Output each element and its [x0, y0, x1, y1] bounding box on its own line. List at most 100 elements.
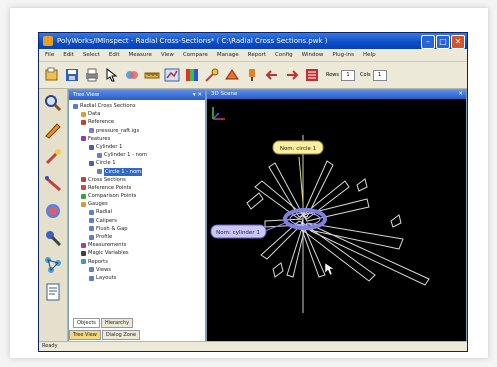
cols-spinner[interactable]: Cols 1 [360, 69, 387, 81]
tree-node-icon [97, 152, 102, 158]
tree-node[interactable]: Reference Points [73, 184, 205, 192]
menu-item-compare[interactable]: Compare [183, 49, 208, 61]
menu-item-config[interactable]: Config [275, 49, 293, 61]
edit-icon[interactable] [42, 119, 64, 141]
tree-node[interactable]: Data [73, 110, 205, 118]
magnifier-icon[interactable] [42, 92, 64, 114]
tree-node-icon [89, 218, 94, 224]
menu-item-edit[interactable]: Edit [63, 49, 74, 61]
tree-node[interactable]: Reports [73, 258, 205, 266]
tree-node[interactable]: Radial [73, 208, 205, 216]
print-icon[interactable] [83, 65, 101, 85]
menu-item-edit[interactable]: Edit [109, 49, 120, 61]
tree-node[interactable]: Circle 1 - nom [73, 167, 205, 176]
annotation-circle-label: Nom: circle 1 [280, 146, 316, 152]
leader-line-top [298, 156, 304, 204]
3d-canvas[interactable]: Nom: circle 1 Nom: cylinder 1 [207, 99, 466, 342]
menu-item-view[interactable]: View [161, 49, 174, 61]
tree-node-label: Data [88, 111, 101, 118]
tree-node-icon [81, 136, 86, 142]
tree-node-label: Magic Variables [88, 250, 129, 257]
tree-node[interactable]: Cylinder 1 [73, 143, 205, 151]
axis-triad [212, 107, 225, 120]
menu-item-manage[interactable]: Manage [217, 49, 239, 61]
tree-node[interactable]: Flush & Gap [73, 225, 205, 233]
close-view-icon[interactable]: ✕ [458, 90, 463, 99]
wand-icon[interactable] [42, 146, 64, 168]
tree-node[interactable]: Features [73, 135, 205, 143]
arrow-right-icon[interactable] [283, 65, 301, 85]
tree-node[interactable]: Views [73, 266, 205, 274]
save-icon[interactable] [63, 65, 81, 85]
menu-item-report[interactable]: Report [248, 49, 266, 61]
report-icon[interactable] [42, 281, 64, 303]
tree-node[interactable]: Radial Cross Sections [73, 102, 205, 110]
tree-node[interactable]: Circle 1 [73, 159, 205, 167]
cols-value[interactable]: 1 [372, 69, 387, 81]
probe-tool-icon[interactable] [42, 227, 64, 249]
probe-icon[interactable] [203, 65, 221, 85]
tree-node[interactable]: Comparison Points [73, 192, 205, 200]
tree-node-icon [81, 185, 86, 191]
tree-node-label: Profile [96, 234, 113, 240]
measure-tool-icon[interactable] [42, 173, 64, 195]
3d-view-panel[interactable]: 3D Scene ✕ Nom: circle 1 Nom: cylinder 1 [206, 89, 467, 343]
tab-dialog-zone[interactable]: Dialog Zone [101, 330, 141, 340]
menu-item-window[interactable]: Window [302, 49, 324, 61]
close-button[interactable]: ✕ [451, 35, 465, 49]
network-icon[interactable] [42, 254, 64, 276]
compare-tool-icon[interactable] [42, 200, 64, 222]
tree-node[interactable]: Calipers [73, 217, 205, 225]
tree-node[interactable]: Layouts [73, 274, 205, 282]
minimize-button[interactable]: – [421, 35, 435, 49]
arrow-left-icon[interactable] [263, 65, 281, 85]
tab-hierarchy[interactable]: Hierarchy [100, 318, 134, 328]
measure-icon[interactable] [143, 65, 161, 85]
tab-tree-view[interactable]: Tree View [69, 330, 101, 340]
tree-node[interactable]: Cross Sections [73, 176, 205, 184]
tree-node-icon [89, 226, 94, 232]
tree-node-label: Gauges [88, 201, 108, 208]
tree-node-icon [89, 234, 94, 240]
align-icon[interactable] [123, 65, 141, 85]
menu-item-file[interactable]: File [45, 49, 54, 61]
tree-node[interactable]: Magic Variables [73, 249, 205, 257]
tree-node-label: Radial [96, 209, 113, 216]
select-icon[interactable] [103, 65, 121, 85]
tab-objects[interactable]: Objects [73, 318, 100, 328]
maximize-button[interactable]: □ [436, 35, 450, 49]
probe-device-icon[interactable] [243, 65, 261, 85]
tree-node-icon [89, 160, 94, 166]
rows-spinner[interactable]: Rows 1 [326, 69, 356, 81]
panel-controls[interactable]: ▾ ✕ [193, 90, 202, 100]
tree-node-label: Cylinder 1 - nom [104, 152, 148, 159]
annotation-circle[interactable]: Nom: circle 1 [272, 140, 324, 155]
tree-node-label: Reference Points [88, 184, 132, 191]
compare-icon[interactable] [163, 65, 181, 85]
shape-icon[interactable] [223, 65, 241, 85]
menu-item-measure[interactable]: Measure [129, 49, 152, 61]
menu-item-help[interactable]: Help [363, 49, 376, 61]
tree-node-label: Layouts [96, 274, 117, 281]
sequence-icon[interactable] [303, 65, 321, 85]
tree-node-label: Views [96, 266, 112, 273]
tree-node-label: Radial Cross Sections [80, 103, 136, 109]
tree-node[interactable]: Reference [73, 118, 205, 126]
menu-item-select[interactable]: Select [83, 49, 100, 61]
application-window: PolyWorks/IMInspect - Radial Cross-Secti… [38, 32, 468, 352]
open-project-icon[interactable] [43, 65, 61, 85]
tree-node-icon [81, 177, 86, 183]
tree-node[interactable]: Cylinder 1 - nom [73, 151, 205, 159]
tree-node-label: Comparison Points [88, 193, 137, 200]
title-bar: PolyWorks/IMInspect - Radial Cross-Secti… [39, 33, 467, 49]
rows-value[interactable]: 1 [341, 69, 356, 81]
left-toolbar [39, 89, 68, 341]
tree-node[interactable]: pressure_raft.igs [73, 127, 205, 135]
annotation-cylinder[interactable]: Nom: cylinder 1 [210, 224, 267, 239]
app-icon [43, 36, 53, 46]
tree-node[interactable]: Profile [73, 233, 205, 241]
tree-node[interactable]: Measurements [73, 241, 205, 249]
color-map-icon[interactable] [183, 65, 201, 85]
menu-item-plug-ins[interactable]: Plug-ins [332, 49, 354, 61]
tree-node[interactable]: Gauges [73, 200, 205, 208]
